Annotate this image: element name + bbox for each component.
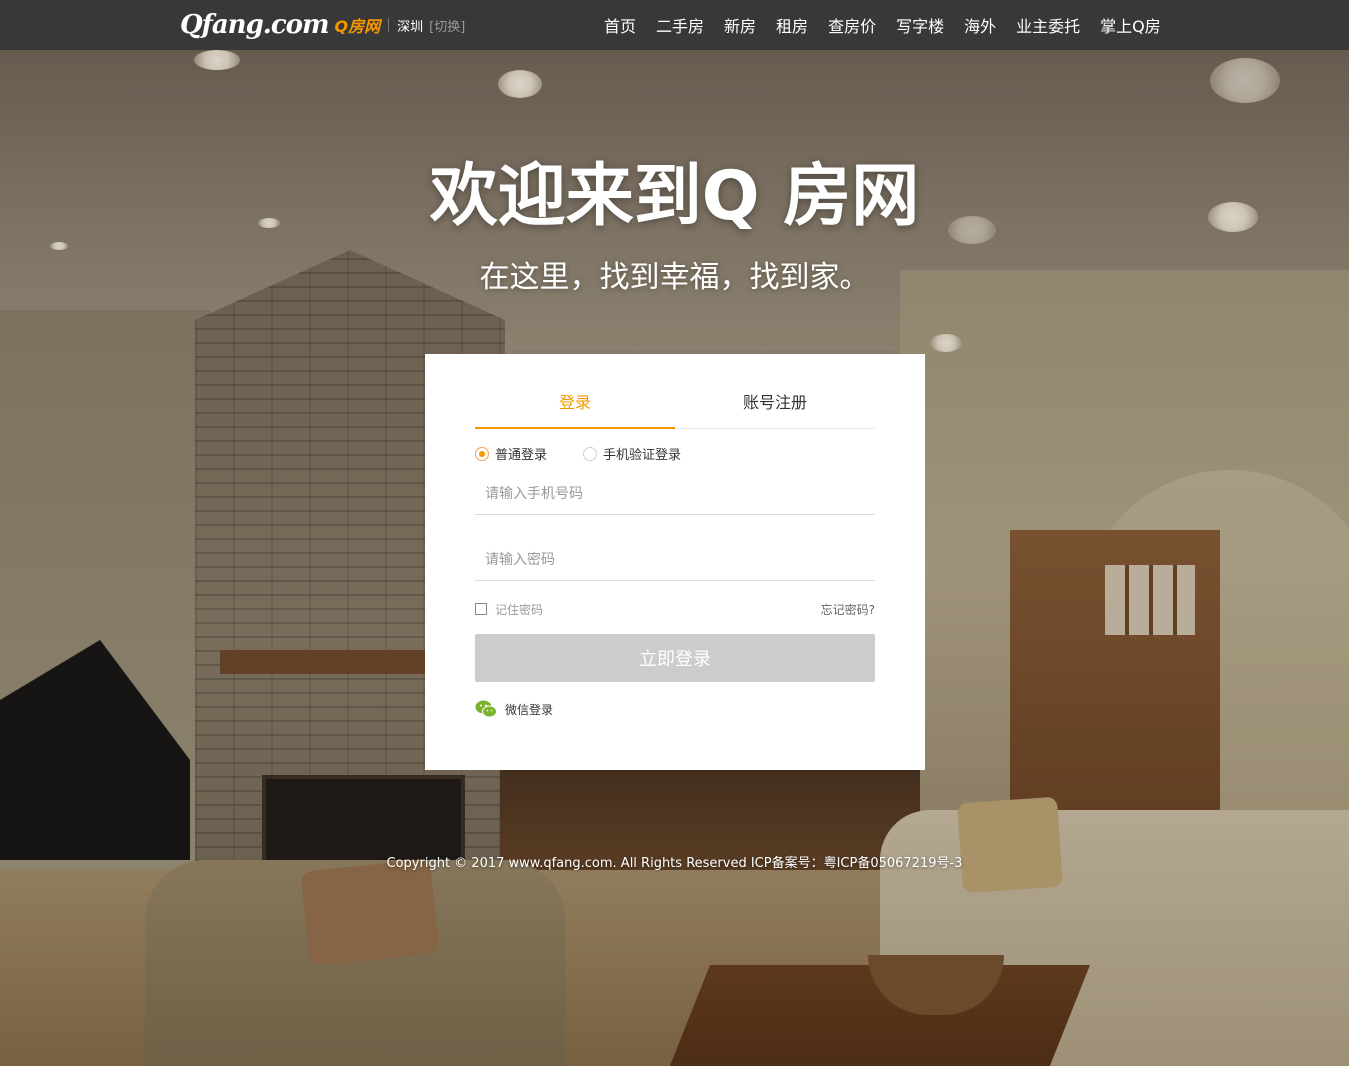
hero-subtitle: 在这里，找到幸福，找到家。	[479, 260, 870, 295]
current-city: 深圳	[397, 19, 424, 35]
radio-label: 手机验证登录	[603, 448, 682, 463]
nav-item-overseas[interactable]: 海外	[964, 13, 996, 37]
password-field	[475, 540, 875, 581]
login-card: 登录 账号注册 普通登录 手机验证登录 记住密码 忘记密码? 立即登录	[425, 354, 925, 770]
radio-label: 普通登录	[495, 448, 548, 463]
phone-field	[475, 474, 875, 515]
logo-text: Qfang.com	[180, 10, 329, 40]
nav-item-second-hand[interactable]: 二手房	[656, 13, 704, 37]
forgot-password-link[interactable]: 忘记密码?	[821, 601, 875, 618]
nav-item-new-homes[interactable]: 新房	[724, 13, 756, 37]
nav-item-office[interactable]: 写字楼	[896, 13, 944, 37]
radio-sms-login[interactable]: 手机验证登录	[583, 444, 681, 463]
tab-register[interactable]: 账号注册	[675, 382, 875, 428]
logo-cn-text: Q房网	[334, 17, 381, 36]
wechat-login-link[interactable]: 微信登录	[475, 700, 553, 718]
nav-item-owner-listing[interactable]: 业主委托	[1016, 13, 1080, 37]
radio-checked-icon	[475, 446, 489, 461]
top-navbar: Qfang.com Q房网 深圳 [切换] 首页 二手房 新房 租房 查房价 写…	[0, 0, 1349, 50]
nav-item-rent[interactable]: 租房	[776, 13, 808, 37]
remember-password-checkbox[interactable]: 记住密码	[475, 601, 543, 618]
wechat-icon	[475, 700, 497, 718]
site-logo[interactable]: Qfang.com Q房网 深圳 [切换]	[180, 8, 465, 42]
radio-unchecked-icon	[583, 446, 598, 461]
main-nav: 首页 二手房 新房 租房 查房价 写字楼 海外 业主委托 掌上Q房	[594, 0, 1171, 50]
remember-label: 记住密码	[495, 602, 544, 617]
wechat-label: 微信登录	[505, 702, 554, 717]
nav-item-home[interactable]: 首页	[604, 13, 636, 37]
nav-item-mobile[interactable]: 掌上Q房	[1100, 13, 1161, 37]
hero-title: 欢迎来到Q 房网	[429, 157, 920, 236]
tab-login[interactable]: 登录	[475, 382, 675, 429]
phone-input[interactable]	[475, 474, 875, 514]
login-submit-button[interactable]: 立即登录	[475, 634, 875, 682]
copyright-text: Copyright © 2017 www.qfang.com. All Righ…	[386, 856, 963, 871]
login-mode-options: 普通登录 手机验证登录	[475, 444, 681, 463]
login-tabs: 登录 账号注册	[475, 382, 875, 429]
remember-row: 记住密码 忘记密码?	[475, 600, 875, 618]
radio-normal-login[interactable]: 普通登录	[475, 444, 547, 463]
nav-item-price-check[interactable]: 查房价	[828, 13, 876, 37]
password-input[interactable]	[475, 540, 875, 580]
checkbox-icon	[475, 603, 487, 615]
logo-divider	[388, 18, 390, 32]
city-switch-link[interactable]: [切换]	[429, 16, 465, 35]
